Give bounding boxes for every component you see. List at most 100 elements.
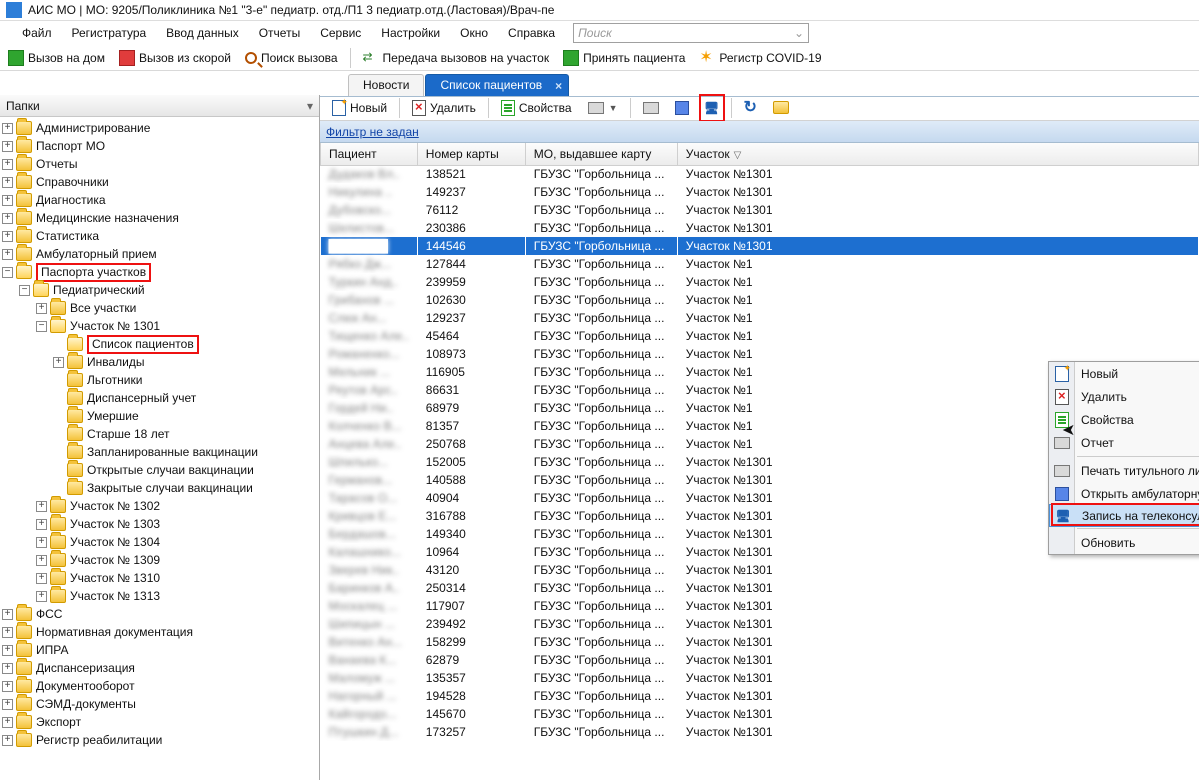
col-card[interactable]: Номер карты bbox=[417, 143, 525, 165]
table-row[interactable]: Птушкин Д...173257ГБУЗС "Горбольница ...… bbox=[321, 723, 1199, 741]
filter-link[interactable]: Фильтр не задан bbox=[326, 125, 419, 139]
tree-node[interactable]: +Участок № 1309 bbox=[0, 551, 319, 569]
menu-reports[interactable]: Отчеты bbox=[249, 23, 310, 43]
col-patient[interactable]: Пациент bbox=[321, 143, 418, 165]
close-icon[interactable]: × bbox=[555, 79, 562, 93]
context-item[interactable]: 🖥Запись на телеконсультацию (первичный п… bbox=[1049, 504, 1199, 527]
tree-node[interactable]: +Все участки bbox=[0, 299, 319, 317]
tree-node[interactable]: +Диспансеризация bbox=[0, 659, 319, 677]
btn-new[interactable]: Новый bbox=[326, 97, 393, 119]
tree-node[interactable]: +Участок № 1302 bbox=[0, 497, 319, 515]
tree-node[interactable]: +Амбулаторный прием bbox=[0, 245, 319, 263]
tree-node[interactable]: +Участок № 1303 bbox=[0, 515, 319, 533]
tree-node[interactable]: +Участок № 1310 bbox=[0, 569, 319, 587]
tree-node[interactable]: −Паспорта участков bbox=[0, 263, 319, 281]
tree-node[interactable]: +СЭМД-документы bbox=[0, 695, 319, 713]
table-row[interactable]: Маломуж ...135357ГБУЗС "Горбольница ...У… bbox=[321, 669, 1199, 687]
tree-node[interactable]: Старше 18 лет bbox=[0, 425, 319, 443]
btn-call-home[interactable]: Вызов на дом bbox=[4, 47, 109, 69]
chevron-down-icon[interactable]: ▾ bbox=[307, 99, 313, 113]
red-square-icon bbox=[119, 50, 135, 66]
btn-teleconsult[interactable]: 🖥 bbox=[702, 97, 722, 119]
btn-search-call[interactable]: Поиск вызова bbox=[241, 47, 342, 69]
tree-node[interactable]: +Участок № 1313 bbox=[0, 587, 319, 605]
table-row[interactable]: Зверев Ник..43120ГБУЗС "Горбольница ...У… bbox=[321, 561, 1199, 579]
tree-node[interactable]: +Нормативная документация bbox=[0, 623, 319, 641]
table-row[interactable]: Тищенко Але..45464ГБУЗС "Горбольница ...… bbox=[321, 327, 1199, 345]
table-row[interactable]: Нагорный ...194528ГБУЗС "Горбольница ...… bbox=[321, 687, 1199, 705]
tree-node[interactable]: Закрытые случаи вакцинации bbox=[0, 479, 319, 497]
tree-node[interactable]: +Медицинские назначения bbox=[0, 209, 319, 227]
tab-news[interactable]: Новости bbox=[348, 74, 424, 96]
table-row[interactable]: Москалец ...117907ГБУЗС "Горбольница ...… bbox=[321, 597, 1199, 615]
tree-node[interactable]: +Отчеты bbox=[0, 155, 319, 173]
tree-node[interactable]: +Регистр реабилитации bbox=[0, 731, 319, 749]
tree-node[interactable]: +Статистика bbox=[0, 227, 319, 245]
search-input[interactable]: Поиск ⌄ bbox=[573, 23, 809, 43]
menu-file[interactable]: Файл bbox=[12, 23, 62, 43]
tree-node[interactable]: Список пациентов bbox=[0, 335, 319, 353]
table-row[interactable]: ███████144546ГБУЗС "Горбольница ...Участ… bbox=[321, 237, 1199, 255]
tree[interactable]: +Администрирование+Паспорт МО+Отчеты+Спр… bbox=[0, 117, 319, 780]
context-item[interactable]: Печать титульного листа bbox=[1049, 459, 1199, 482]
tab-patient-list[interactable]: Список пациентов× bbox=[425, 74, 569, 96]
tree-node[interactable]: +ИПРА bbox=[0, 641, 319, 659]
tree-node[interactable]: +Диагностика bbox=[0, 191, 319, 209]
tree-node[interactable]: Умершие bbox=[0, 407, 319, 425]
btn-book[interactable] bbox=[669, 97, 695, 119]
tree-node[interactable]: +ФСС bbox=[0, 605, 319, 623]
btn-folder[interactable] bbox=[767, 97, 795, 119]
context-item[interactable]: Удалить bbox=[1049, 385, 1199, 408]
context-menu: НовыйУдалитьСвойстваОтчет▸Печать титульн… bbox=[1048, 361, 1199, 555]
btn-transfer-calls[interactable]: ⇄Передача вызовов на участок bbox=[359, 47, 554, 69]
table-row[interactable]: Шипицын ...239492ГБУЗС "Горбольница ...У… bbox=[321, 615, 1199, 633]
tree-node[interactable]: +Справочники bbox=[0, 173, 319, 191]
sidebar-header[interactable]: Папки ▾ bbox=[0, 95, 319, 117]
table-row[interactable]: Дудаков Вл..138521ГБУЗС "Горбольница ...… bbox=[321, 165, 1199, 183]
context-item[interactable]: Открыть амбулаторную карту bbox=[1049, 482, 1199, 505]
table-row[interactable]: Витенко Ан...158299ГБУЗС "Горбольница ..… bbox=[321, 633, 1199, 651]
menu-window[interactable]: Окно bbox=[450, 23, 498, 43]
btn-refresh[interactable]: ↻ bbox=[738, 97, 763, 119]
table-row[interactable]: Никулина ..149237ГБУЗС "Горбольница ...У… bbox=[321, 183, 1199, 201]
btn-delete[interactable]: Удалить bbox=[406, 97, 482, 119]
tree-node[interactable]: Открытые случаи вакцинации bbox=[0, 461, 319, 479]
col-mo[interactable]: МО, выдавшее карту bbox=[525, 143, 677, 165]
btn-accept-patient[interactable]: Принять пациента bbox=[559, 47, 689, 69]
tree-node[interactable]: −Участок № 1301 bbox=[0, 317, 319, 335]
menu-registry[interactable]: Регистратура bbox=[62, 23, 157, 43]
btn-print[interactable]: ▼ bbox=[582, 97, 624, 119]
menu-service[interactable]: Сервис bbox=[310, 23, 371, 43]
col-uchastok[interactable]: Участок▽ bbox=[677, 143, 1198, 165]
table-row[interactable]: Грибанов ...102630ГБУЗС "Горбольница ...… bbox=[321, 291, 1199, 309]
table-row[interactable]: Дубовско...76112ГБУЗС "Горбольница ...Уч… bbox=[321, 201, 1199, 219]
btn-print2[interactable] bbox=[637, 97, 665, 119]
table-row[interactable]: Баринков А..250314ГБУЗС "Горбольница ...… bbox=[321, 579, 1199, 597]
tree-node[interactable]: +Инвалиды bbox=[0, 353, 319, 371]
tree-node[interactable]: −Педиатрический bbox=[0, 281, 319, 299]
table-row[interactable]: Слюк Ан...129237ГБУЗС "Горбольница ...Уч… bbox=[321, 309, 1199, 327]
menu-help[interactable]: Справка bbox=[498, 23, 565, 43]
tree-node[interactable]: +Администрирование bbox=[0, 119, 319, 137]
tree-node[interactable]: +Документооборот bbox=[0, 677, 319, 695]
context-item[interactable]: Новый bbox=[1049, 362, 1199, 385]
btn-covid[interactable]: ✶Регистр COVID-19 bbox=[695, 47, 825, 69]
menu-input[interactable]: Ввод данных bbox=[156, 23, 249, 43]
table-row[interactable]: Ванаева К...62879ГБУЗС "Горбольница ...У… bbox=[321, 651, 1199, 669]
tree-node[interactable]: +Паспорт МО bbox=[0, 137, 319, 155]
table-row[interactable]: Туркин Анд..239959ГБУЗС "Горбольница ...… bbox=[321, 273, 1199, 291]
tree-node[interactable]: Льготники bbox=[0, 371, 319, 389]
tree-node[interactable]: +Экспорт bbox=[0, 713, 319, 731]
chevron-down-icon[interactable]: ⌄ bbox=[794, 26, 804, 40]
tree-node[interactable]: Запланированные вакцинации bbox=[0, 443, 319, 461]
tree-node[interactable]: Диспансерный учет bbox=[0, 389, 319, 407]
table-row[interactable]: Шелистов...230386ГБУЗС "Горбольница ...У… bbox=[321, 219, 1199, 237]
chevron-down-icon[interactable]: ▼ bbox=[609, 103, 618, 113]
menu-settings[interactable]: Настройки bbox=[371, 23, 450, 43]
table-row[interactable]: Кайгородо...145670ГБУЗС "Горбольница ...… bbox=[321, 705, 1199, 723]
table-row[interactable]: Рябко Дж...127844ГБУЗС "Горбольница ...У… bbox=[321, 255, 1199, 273]
btn-properties[interactable]: Свойства bbox=[495, 97, 578, 119]
tree-node[interactable]: +Участок № 1304 bbox=[0, 533, 319, 551]
context-item[interactable]: Обновить bbox=[1049, 531, 1199, 554]
btn-call-ambulance[interactable]: Вызов из скорой bbox=[115, 47, 235, 69]
